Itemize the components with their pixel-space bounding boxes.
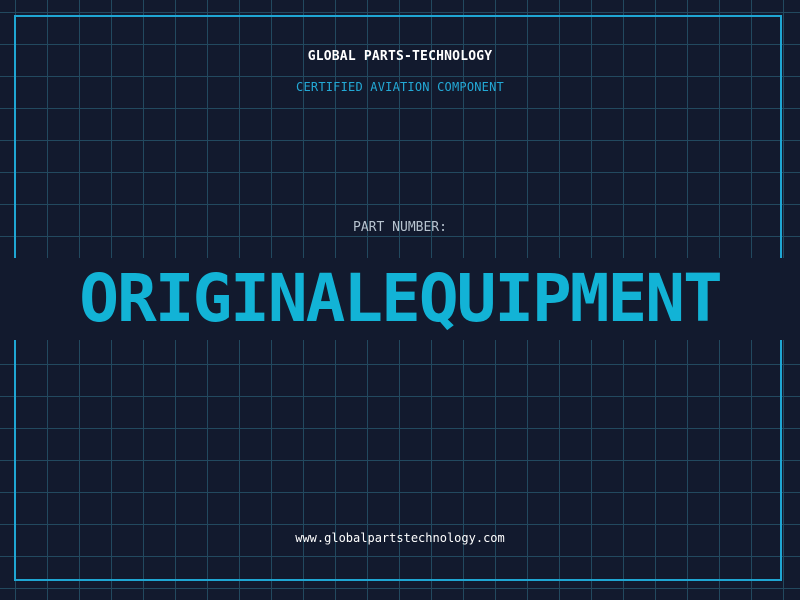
part-number-label: PART NUMBER:: [353, 220, 447, 235]
certification-subtitle: CERTIFIED AVIATION COMPONENT: [296, 80, 504, 94]
brand-title: GLOBAL PARTS-TECHNOLOGY: [307, 49, 493, 64]
part-number-value: ORIGINALEQUIPMENT: [79, 260, 723, 337]
website-link[interactable]: www.globalpartstechnology.com: [0, 531, 800, 545]
